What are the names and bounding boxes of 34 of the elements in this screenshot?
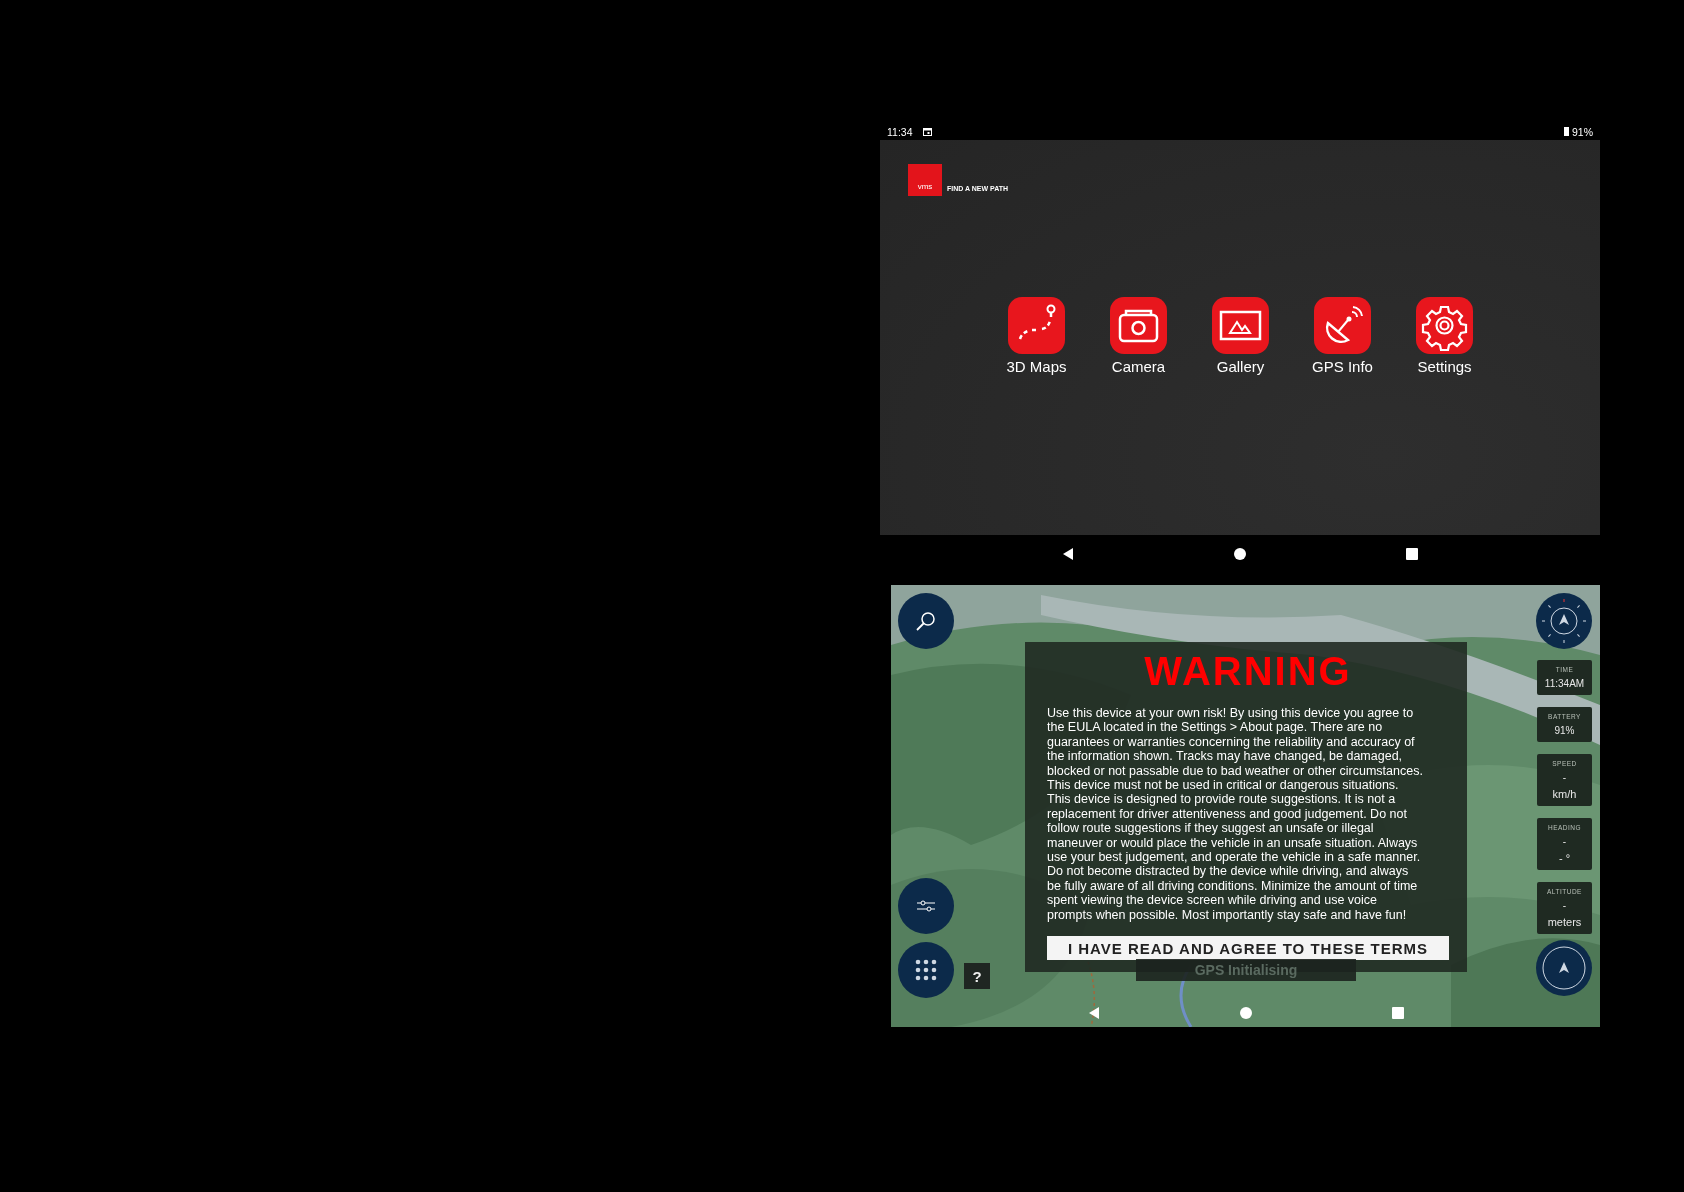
search-icon bbox=[914, 609, 938, 633]
gps-status: GPS Initialising bbox=[1136, 959, 1356, 981]
gauge-value: 91% bbox=[1554, 725, 1575, 736]
battery-icon bbox=[1564, 127, 1569, 136]
app-label[interactable]: GPS Info bbox=[1312, 358, 1373, 375]
gauge-value: 11:34AM bbox=[1544, 678, 1585, 689]
gauge-value: - bbox=[1562, 900, 1567, 911]
route-app-icon[interactable] bbox=[1008, 297, 1065, 354]
agree-button[interactable]: I HAVE READ AND AGREE TO THESE TERMS bbox=[1047, 936, 1449, 960]
satellite-app-icon[interactable] bbox=[1314, 297, 1371, 354]
warning-text: Use this device at your own risk! By using this device you agree to the EULA located in the Settings > About page. There are no guarantees or warranties concerning the reliability and accuracy of the information shown. Tracks may have changed, be damaged, blocked or not passable due to bad weather or other circumstances. This device must not be used in critical or dangerous situations. This device is designed to provide route suggestions. It is not a replacement for driver attentiveness and good judgement. Do not follow route suggestions if they suggest an unsafe or illegal maneuver or would place the vehicle in an unsafe situation. Always use your best judgement, and operate the vehicle in a safe manner. Do not become distracted by the device while driving, and always be fully aware of all driving conditions. Minimize the amount of time spent viewing the device screen while driving and use voice prompts when possible. Most importantly stay safe and have fun! bbox=[1047, 706, 1424, 923]
gear-app-icon[interactable] bbox=[1416, 297, 1473, 354]
gauge-unit: km/h bbox=[1552, 788, 1577, 800]
sliders-icon bbox=[915, 899, 937, 913]
home-icon[interactable] bbox=[1234, 547, 1246, 560]
logo-mark: vms bbox=[908, 164, 942, 196]
battery-percent: 91% bbox=[1572, 125, 1593, 138]
app-label[interactable]: Gallery bbox=[1216, 358, 1265, 375]
gauge-unit: meters bbox=[1547, 916, 1582, 928]
app-label[interactable]: Settings bbox=[1417, 358, 1472, 375]
grid-icon bbox=[915, 959, 937, 981]
warning-title: WARNING bbox=[1143, 648, 1353, 694]
app-label[interactable]: Camera bbox=[1111, 358, 1166, 375]
status-time: 11:34 bbox=[887, 125, 913, 138]
app-label[interactable]: 3D Maps bbox=[1006, 358, 1067, 375]
gauge-value: - bbox=[1562, 772, 1567, 783]
calendar-icon bbox=[922, 127, 932, 136]
gallery-app-icon[interactable] bbox=[1212, 297, 1269, 354]
help-button[interactable]: ? bbox=[964, 963, 990, 989]
back-icon[interactable] bbox=[1062, 547, 1074, 560]
camera-app-icon[interactable] bbox=[1110, 297, 1167, 354]
gauge-value: - bbox=[1562, 836, 1567, 847]
gauge-unit: - ° bbox=[1558, 852, 1571, 864]
recents-icon[interactable] bbox=[1406, 547, 1418, 560]
